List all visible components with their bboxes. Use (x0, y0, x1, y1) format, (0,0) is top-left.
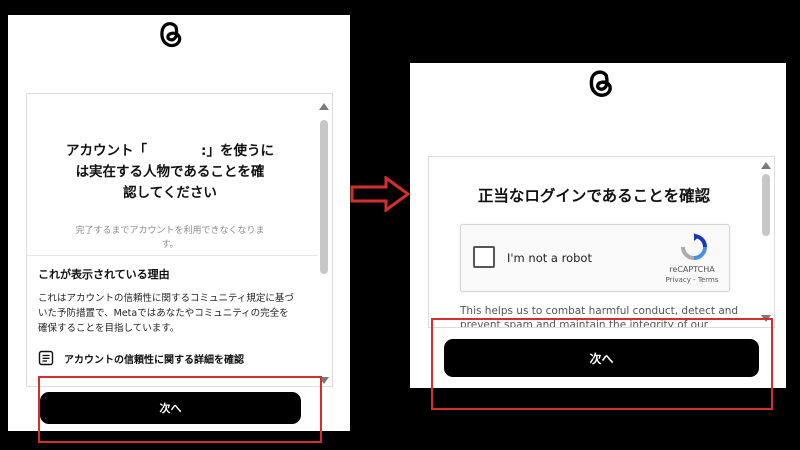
left-screen: アカウント「 :」を使うに は実在する人物であることを確 認してください 完了す… (8, 15, 350, 431)
recaptcha-logo-icon (681, 233, 707, 260)
reason-text: これはアカウントの信頼性に関するコミュニティ規定に基づ いた予防措置で、Meta… (38, 291, 313, 336)
subtitle: 完了するまでアカウントを利用できなくなりま す。 (45, 224, 295, 252)
scroll-up-icon[interactable] (761, 162, 771, 169)
reason-line: 確保することを目指しています。 (38, 323, 180, 334)
learn-more-label: アカウントの信頼性に関する詳細を確認 (64, 354, 244, 366)
highlight-box-left (38, 376, 322, 443)
reason-line: これはアカウントの信頼性に関するコミュニティ規定に基づ (38, 293, 294, 304)
recaptcha-checkbox[interactable] (473, 246, 495, 268)
recaptcha-brand: reCAPTCHA (669, 265, 715, 274)
recaptcha-widget: I'm not a robot reCAPTCHA Privacy - Term… (460, 224, 730, 292)
divider (27, 255, 318, 256)
subtitle-line: す。 (161, 240, 179, 250)
title-line: 認してください (123, 185, 217, 201)
threads-logo-icon (160, 22, 182, 48)
scrollbar[interactable] (317, 94, 331, 386)
subtitle-line: 完了するまでアカウントを利用できなくなりま (75, 226, 265, 236)
verify-card: アカウント「 :」を使うに は実在する人物であることを確 認してください 完了す… (26, 93, 333, 387)
help-line: This helps us to combat harmful conduct,… (460, 305, 739, 317)
verify-card: 正当なログインであることを確認 I'm not a robot reCAPTCH… (428, 156, 775, 328)
reason-line: いた予防措置で、Metaではあなたやコミュニティの完全を (38, 308, 289, 319)
scrollbar-thumb[interactable] (762, 174, 770, 236)
reason-heading: これが表示されている理由 (38, 268, 170, 281)
highlight-box-right (431, 318, 773, 410)
page-title: アカウント「 :」を使うに は実在する人物であることを確 認してください (45, 141, 295, 204)
document-icon (38, 350, 54, 366)
threads-logo-icon (589, 70, 612, 97)
scroll-up-icon[interactable] (319, 103, 329, 110)
learn-more-link[interactable]: アカウントの信頼性に関する詳細を確認 (38, 350, 244, 366)
title-line: アカウント「 :」を使うに (66, 143, 274, 159)
recaptcha-label: I'm not a robot (507, 251, 592, 265)
scrollbar[interactable] (759, 157, 773, 327)
recaptcha-links[interactable]: Privacy - Terms (657, 276, 727, 284)
scrollbar-thumb[interactable] (320, 120, 328, 274)
right-arrow-icon (350, 176, 411, 212)
title-line: は実在する人物であることを確 (75, 164, 265, 180)
page-title: 正当なログインであることを確認 (477, 187, 711, 205)
